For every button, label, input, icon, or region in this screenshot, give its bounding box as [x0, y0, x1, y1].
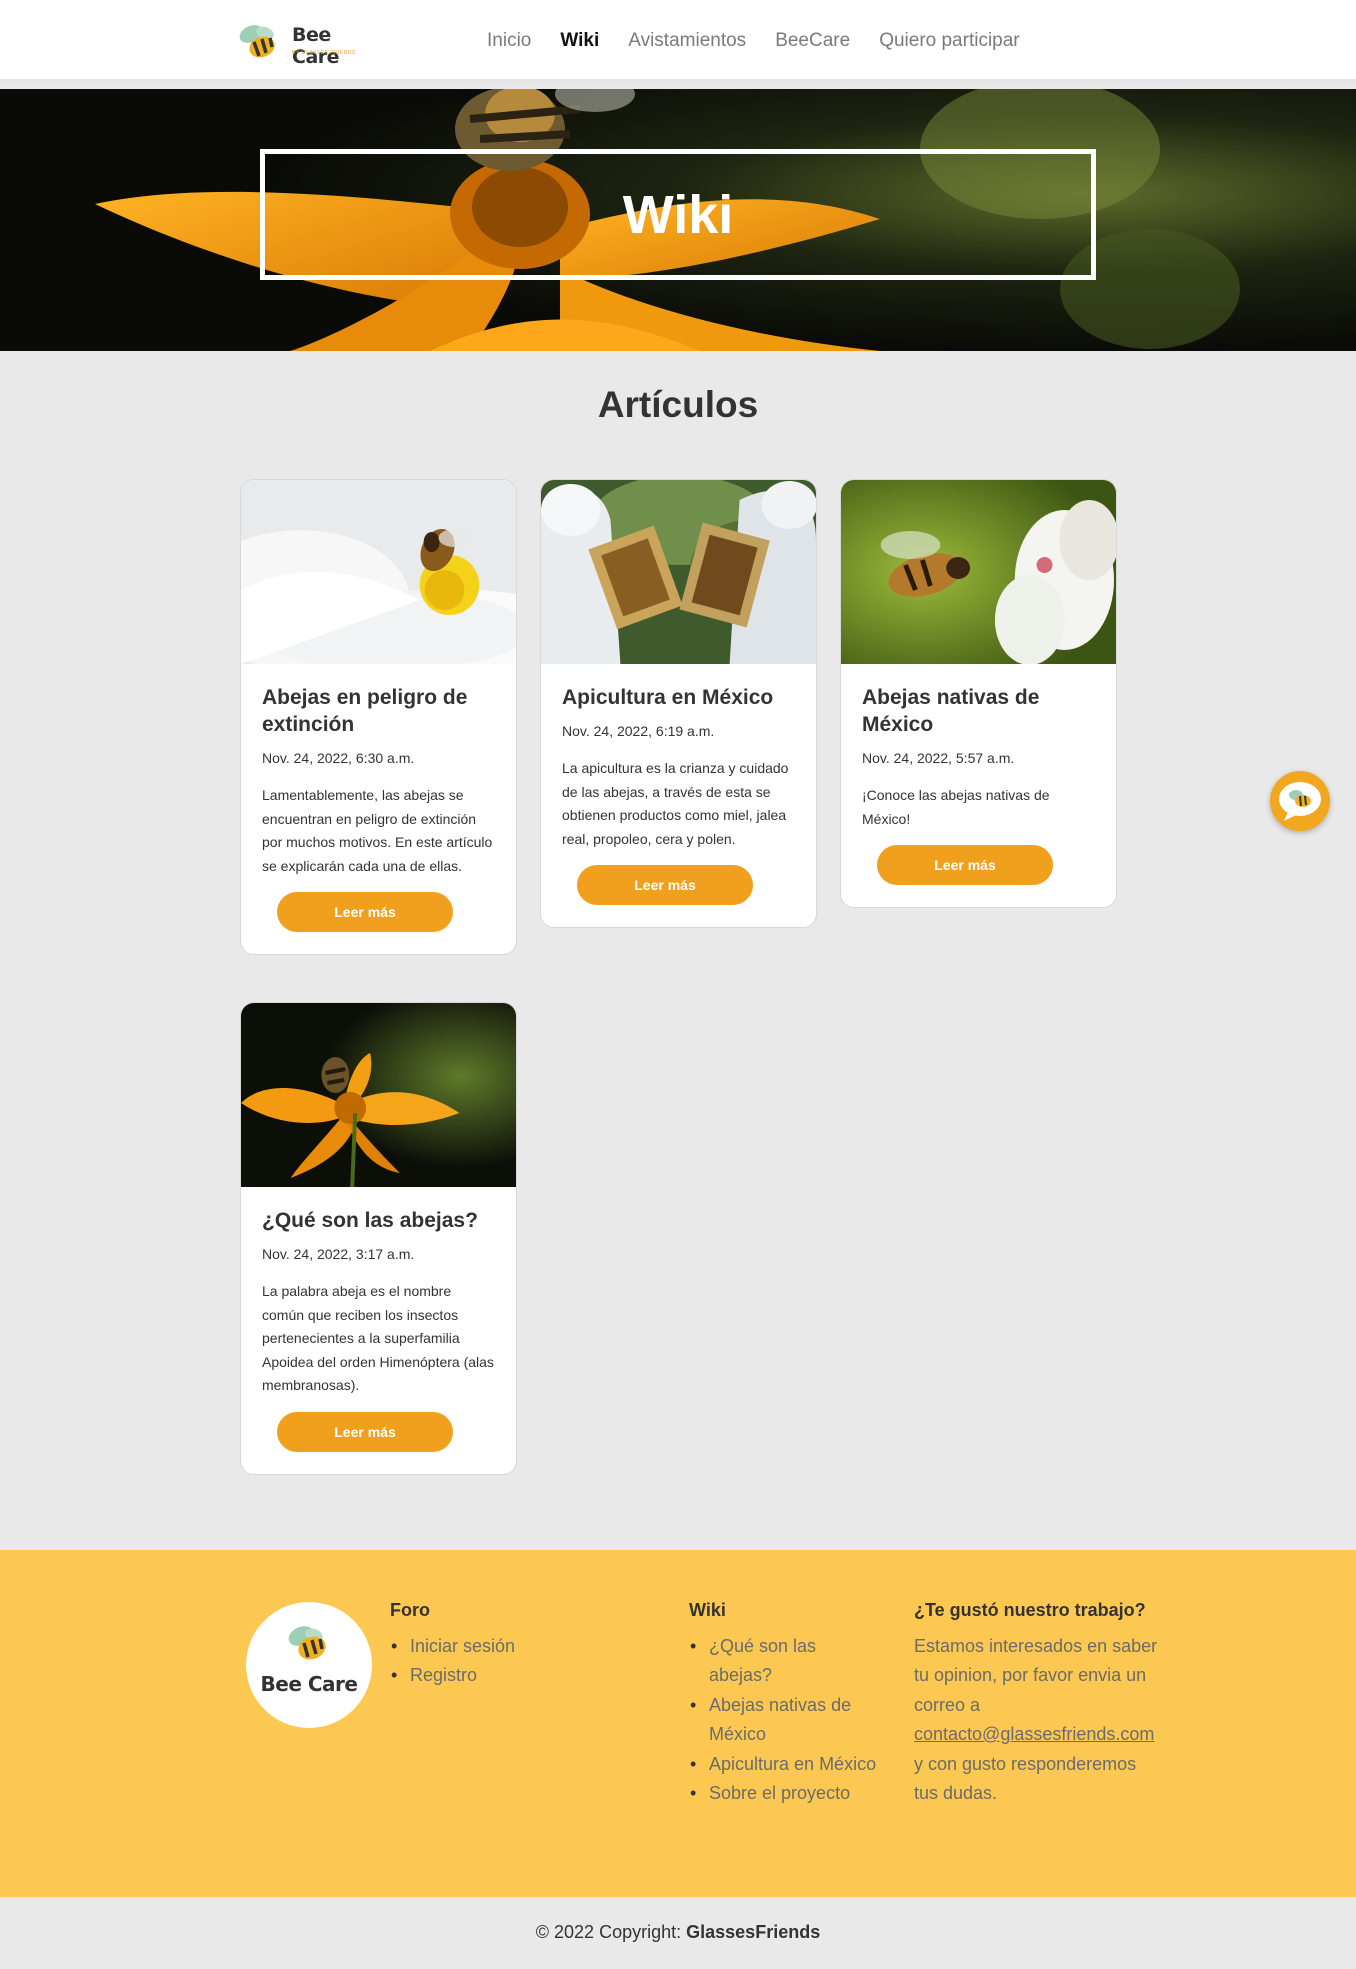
card-title[interactable]: Abejas en peligro de extinción: [262, 684, 495, 738]
navbar: Bee Care BY GLASSES FRIENDS Inicio Wiki …: [0, 0, 1356, 84]
nav-quiero-participar[interactable]: Quiero participar: [879, 30, 1019, 52]
footer-contact-text: Estamos interesados en saber tu opinion,…: [914, 1632, 1164, 1809]
card-title[interactable]: Apicultura en México: [562, 684, 795, 711]
hero-banner: Wiki: [0, 89, 1356, 351]
bee-logo-icon: [288, 1626, 326, 1660]
copyright-prefix: © 2022 Copyright:: [535, 1922, 682, 1942]
footer-forum-title: Foro: [390, 1600, 430, 1620]
article-card: Abejas nativas de México Nov. 24, 2022, …: [840, 479, 1117, 908]
nav-avistamientos[interactable]: Avistamientos: [628, 30, 746, 52]
card-image-beekeepers[interactable]: [541, 480, 816, 664]
read-more-button[interactable]: Leer más: [577, 865, 753, 905]
card-body: Abejas nativas de México Nov. 24, 2022, …: [841, 664, 1116, 907]
card-date: Nov. 24, 2022, 6:19 a.m.: [562, 723, 715, 739]
footer-brand-name: Bee Care: [260, 1672, 358, 1696]
footer-logo[interactable]: Bee Care: [246, 1602, 372, 1728]
chat-button[interactable]: [1270, 771, 1330, 831]
nav-wiki[interactable]: Wiki: [560, 30, 599, 52]
article-card: ¿Qué son las abejas? Nov. 24, 2022, 3:17…: [240, 1002, 517, 1475]
card-title[interactable]: ¿Qué son las abejas?: [262, 1207, 495, 1234]
card-text: ¡Conoce las abejas nativas de México!: [862, 787, 1050, 827]
footer-contact-column: ¿Te gustó nuestro trabajo? Estamos inter…: [914, 1596, 1164, 1809]
footer-link-sobre-proyecto[interactable]: Sobre el proyecto: [689, 1779, 899, 1809]
main-nav: Inicio Wiki Avistamientos BeeCare Quiero…: [487, 30, 1020, 52]
footer-link-registro[interactable]: Registro: [390, 1661, 660, 1691]
read-more-button[interactable]: Leer más: [277, 1411, 453, 1452]
card-text: La palabra abeja es el nombre común que …: [262, 1283, 494, 1393]
bee-chat-icon: [1274, 775, 1326, 827]
copyright: © 2022 Copyright: GlassesFriends: [0, 1922, 1356, 1943]
card-text: La apicultura es la crianza y cuidado de…: [562, 760, 789, 847]
footer-wiki-title: Wiki: [689, 1600, 726, 1620]
copyright-owner[interactable]: GlassesFriends: [686, 1922, 820, 1942]
card-title[interactable]: Abejas nativas de México: [862, 684, 1095, 738]
footer-contact-email[interactable]: contacto@glassesfriends.com: [914, 1724, 1154, 1744]
footer-contact-title: ¿Te gustó nuestro trabajo?: [914, 1600, 1146, 1620]
footer-wiki-column: Wiki ¿Qué son las abejas? Abejas nativas…: [689, 1596, 899, 1809]
nav-beecare[interactable]: BeeCare: [775, 30, 850, 52]
brand-logo[interactable]: Bee Care BY GLASSES FRIENDS: [234, 20, 374, 68]
footer-link-iniciar-sesion[interactable]: Iniciar sesión: [390, 1632, 660, 1662]
article-card: Abejas en peligro de extinción Nov. 24, …: [240, 479, 517, 955]
card-date: Nov. 24, 2022, 3:17 a.m.: [262, 1246, 415, 1262]
card-image-bee-flying[interactable]: [841, 480, 1116, 664]
nav-inicio[interactable]: Inicio: [487, 30, 531, 52]
page-title: Wiki: [622, 184, 734, 245]
bee-logo-icon: [239, 25, 275, 58]
read-more-button[interactable]: Leer más: [877, 845, 1053, 885]
card-date: Nov. 24, 2022, 5:57 a.m.: [862, 750, 1015, 766]
card-image-bee-white-flower[interactable]: [241, 480, 516, 664]
section-title: Artículos: [597, 384, 759, 425]
footer-link-apicultura[interactable]: Apicultura en México: [689, 1750, 899, 1780]
footer-contact-intro: Estamos interesados en saber tu opinion,…: [914, 1635, 1158, 1715]
brand-name: Bee Care: [292, 24, 340, 68]
article-card: Apicultura en México Nov. 24, 2022, 6:19…: [540, 479, 817, 928]
footer-link-que-son[interactable]: ¿Qué son las abejas?: [689, 1632, 829, 1691]
footer-link-nativas[interactable]: Abejas nativas de México: [689, 1691, 869, 1750]
card-body: ¿Qué son las abejas? Nov. 24, 2022, 3:17…: [241, 1187, 516, 1474]
hero-title-frame: Wiki: [260, 149, 1096, 280]
card-body: Abejas en peligro de extinción Nov. 24, …: [241, 664, 516, 954]
footer: Bee Care Foro Iniciar sesión Registro Wi…: [0, 1550, 1356, 1897]
footer-forum-column: Foro Iniciar sesión Registro: [390, 1596, 660, 1691]
footer-contact-outro: y con gusto responderemos tus dudas.: [914, 1753, 1137, 1804]
card-date: Nov. 24, 2022, 6:30 a.m.: [262, 750, 415, 766]
read-more-button[interactable]: Leer más: [277, 892, 453, 932]
card-body: Apicultura en México Nov. 24, 2022, 6:19…: [541, 664, 816, 927]
brand-subtitle: BY GLASSES FRIENDS: [292, 50, 356, 56]
card-text: Lamentablemente, las abejas se encuentra…: [262, 787, 493, 874]
card-image-bee-orange-flower[interactable]: [241, 1003, 516, 1187]
